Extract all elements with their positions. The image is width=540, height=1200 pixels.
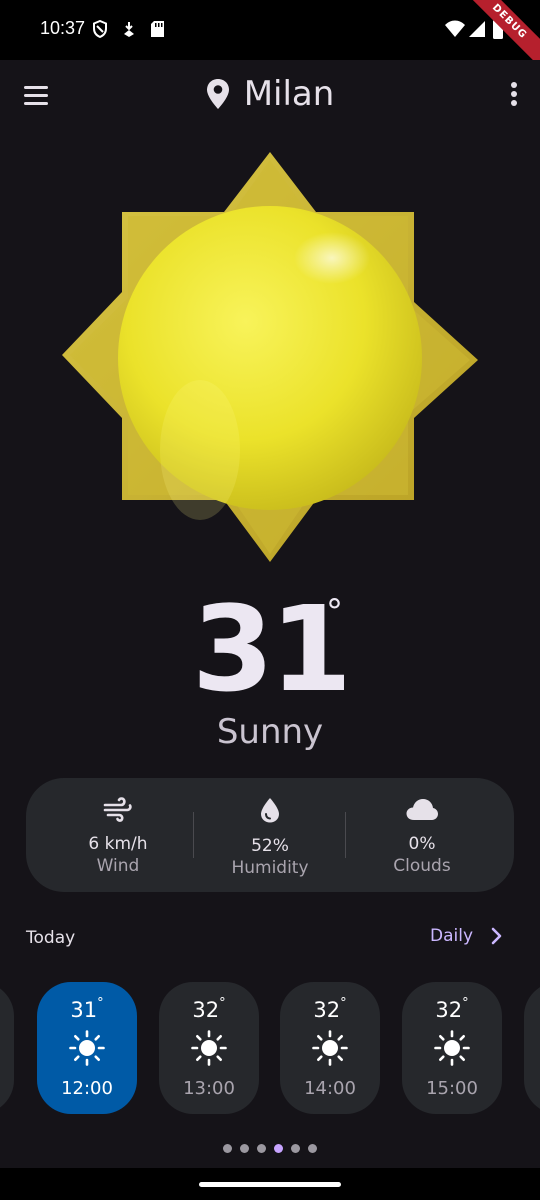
clouds-value: 0% <box>408 834 436 854</box>
hour-card-partial-right[interactable] <box>524 982 540 1114</box>
status-bar: 10:37 DEBUG <box>0 0 540 76</box>
sun-icon <box>69 1030 105 1066</box>
cloud-icon <box>406 799 438 820</box>
page-dot-active[interactable] <box>274 1144 283 1153</box>
wind-value: 6 km/h <box>88 834 148 854</box>
page-dot[interactable] <box>257 1144 266 1153</box>
humidity-stat: 52% Humidity <box>195 796 345 878</box>
hour-card[interactable]: 32° 13:00 <box>159 982 259 1114</box>
hour-time: 15:00 <box>426 1078 478 1099</box>
degree-symbol: ° <box>326 592 343 632</box>
humidity-label: Humidity <box>231 858 309 878</box>
app-screen: Milan 31 ° Sunny 6 km/h Wind 52% Humidit… <box>0 60 540 1168</box>
wifi-icon <box>445 20 465 37</box>
hour-temp: 32° <box>435 996 469 1022</box>
download-icon <box>124 22 134 37</box>
hour-time: 13:00 <box>183 1078 235 1099</box>
page-dot[interactable] <box>308 1144 317 1153</box>
location-pin-icon <box>206 79 229 109</box>
home-gesture-handle[interactable] <box>199 1182 341 1187</box>
hour-card-partial-left[interactable] <box>0 982 14 1114</box>
location-title: Milan <box>0 74 540 114</box>
wind-icon <box>103 797 132 822</box>
signal-icon <box>469 21 485 37</box>
clouds-stat: 0% Clouds <box>347 796 497 876</box>
hourly-forecast-carousel[interactable]: 31° 12:00 32° 13:00 32° 14:00 32° 15:00 <box>0 982 540 1114</box>
current-temperature: 31 ° <box>0 580 540 718</box>
system-navigation-bar <box>0 1168 540 1200</box>
hour-temp: 31° <box>70 996 104 1022</box>
weather-condition: Sunny <box>216 712 324 752</box>
hour-temp: 32° <box>192 996 226 1022</box>
humidity-value: 52% <box>251 836 289 856</box>
sun-icon <box>191 1030 227 1066</box>
temperature-value: 31 <box>191 580 352 718</box>
sun-icon <box>434 1030 470 1066</box>
wind-stat: 6 km/h Wind <box>43 796 193 876</box>
wind-label: Wind <box>96 856 140 876</box>
page-dot[interactable] <box>291 1144 300 1153</box>
today-section-title: Today <box>26 928 76 948</box>
hour-time: 12:00 <box>61 1078 113 1099</box>
hour-card[interactable]: 32° 15:00 <box>402 982 502 1114</box>
page-dot[interactable] <box>240 1144 249 1153</box>
sun-icon <box>312 1030 348 1066</box>
weather-stats-card: 6 km/h Wind 52% Humidity 0% Clouds <box>26 778 514 892</box>
stat-divider <box>193 812 194 858</box>
more-options-button[interactable] <box>504 82 524 112</box>
clouds-label: Clouds <box>393 856 451 876</box>
shield-icon <box>93 20 107 38</box>
chevron-right-icon <box>491 927 502 945</box>
more-vert-icon <box>511 82 517 88</box>
hour-temp: 32° <box>313 996 347 1022</box>
stat-divider <box>345 812 346 858</box>
hour-card[interactable]: 32° 14:00 <box>280 982 380 1114</box>
hour-card[interactable]: 31° 12:00 <box>37 982 137 1114</box>
hour-time: 14:00 <box>304 1078 356 1099</box>
page-dot[interactable] <box>223 1144 232 1153</box>
status-time: 10:37 <box>40 18 86 38</box>
sunny-weather-illustration <box>62 152 478 562</box>
daily-link-label: Daily <box>430 926 474 946</box>
top-app-bar: Milan <box>0 60 540 132</box>
city-name: Milan <box>243 74 335 114</box>
droplet-icon <box>261 798 279 823</box>
sd-card-icon <box>151 21 164 37</box>
daily-forecast-button[interactable]: Daily <box>430 926 503 946</box>
page-indicator <box>0 1138 540 1157</box>
